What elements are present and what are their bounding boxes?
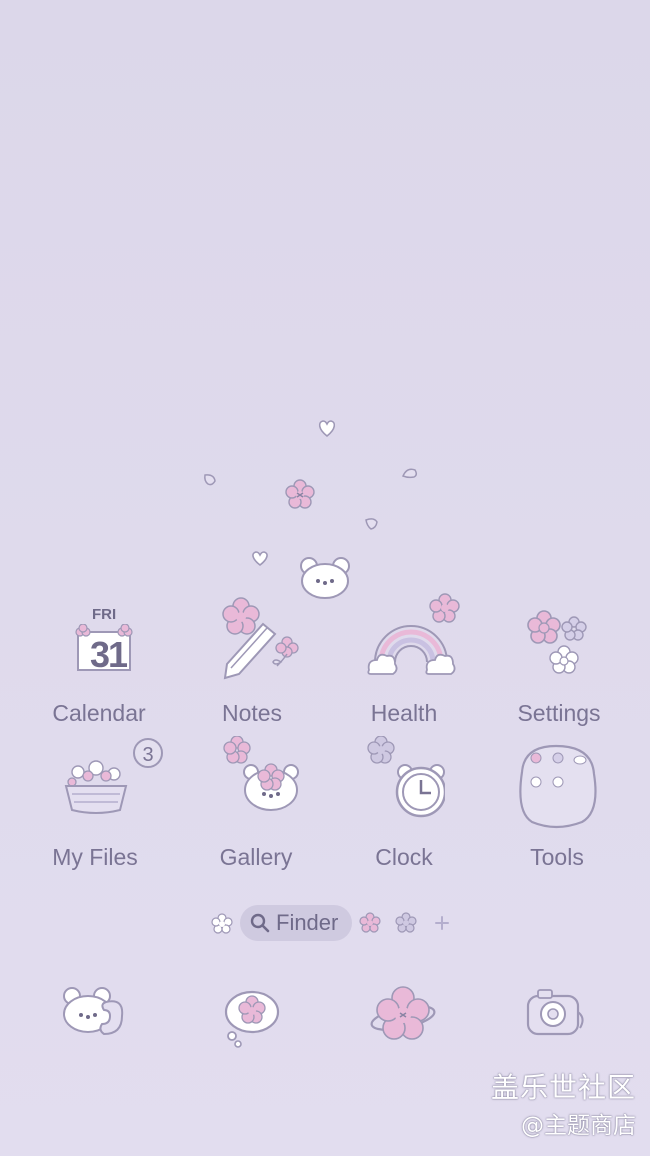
bear-head-icon (300, 557, 350, 599)
notification-badge: 3 (133, 738, 163, 768)
search-icon (250, 913, 270, 933)
app-label: Health (370, 700, 438, 726)
planet-flower-icon (370, 986, 436, 1040)
speech-bubble-icon (224, 990, 280, 1048)
petal-icon (401, 468, 418, 479)
app-tools[interactable]: Tools (482, 744, 632, 871)
dock-browser[interactable] (355, 968, 455, 1068)
flower-basket-icon: 3 (40, 738, 163, 838)
calendar-day: FRI (92, 606, 117, 623)
dock-messages[interactable] (202, 968, 302, 1068)
flower-icon (285, 479, 315, 509)
app-label: Settings (517, 700, 601, 726)
petal-icon (204, 474, 216, 486)
dock-camera[interactable] (504, 968, 604, 1068)
calendar-icon: FRI 31 (44, 604, 154, 694)
finder-label: Finder (276, 910, 339, 935)
app-gallery[interactable]: Gallery (181, 736, 331, 871)
clock-icon (349, 736, 459, 838)
watermark-title: 盖乐世社区 (490, 1071, 636, 1104)
bear-phone-icon (63, 987, 124, 1036)
flowers-settings-icon (504, 604, 614, 694)
white-flower-icon (211, 913, 233, 934)
app-health[interactable]: Health (329, 593, 479, 727)
watermark-subtitle: @主题商店 (521, 1113, 636, 1139)
dock-phone[interactable] (46, 968, 146, 1068)
lilac-flower-icon (395, 912, 417, 933)
pink-flower-icon (359, 912, 381, 933)
sparkle-icon (435, 916, 449, 930)
app-label: My Files (52, 844, 138, 870)
app-calendar[interactable]: FRI 31 Calendar (24, 604, 174, 727)
tools-folder-icon (502, 744, 612, 838)
app-label: Tools (530, 844, 584, 870)
petal-icon (365, 518, 378, 530)
finder-search-button[interactable]: Finder (240, 905, 352, 941)
rainbow-icon (349, 593, 460, 694)
calendar-date: 31 (90, 634, 128, 675)
notes-pencil-icon (197, 597, 307, 694)
camera-icon (526, 989, 584, 1036)
app-label: Calendar (52, 700, 146, 726)
app-clock[interactable]: Clock (329, 736, 479, 871)
app-label: Gallery (219, 844, 293, 870)
bear-gallery-icon (201, 736, 311, 838)
app-label: Clock (375, 844, 433, 870)
app-notes[interactable]: Notes (177, 597, 327, 727)
app-label: Notes (221, 700, 283, 726)
heart-icon (318, 420, 336, 438)
app-my-files[interactable]: 3 My Files (20, 738, 170, 871)
heart-icon (252, 551, 268, 567)
app-settings[interactable]: Settings (484, 604, 634, 727)
